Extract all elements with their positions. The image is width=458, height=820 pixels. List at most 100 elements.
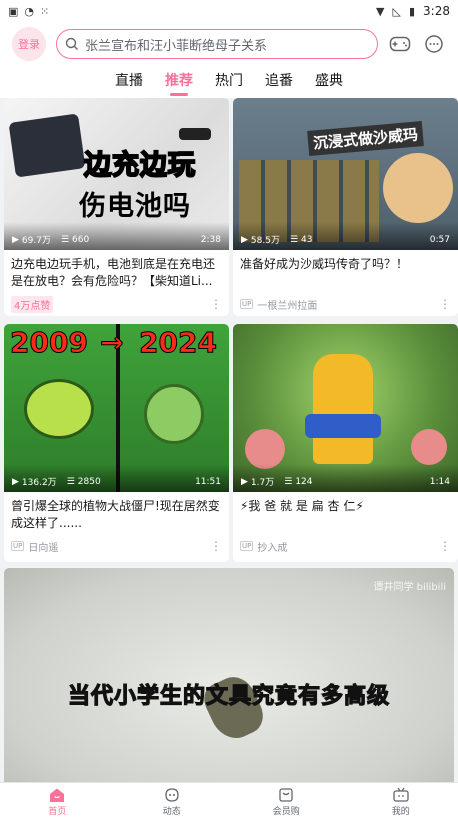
video-title[interactable]: 准备好成为沙威玛传奇了吗？！	[233, 250, 458, 294]
nav-shop-label: 会员购	[272, 806, 300, 817]
pig-image	[245, 429, 285, 469]
shop-icon	[279, 787, 293, 802]
nav-shop[interactable]: 会员购	[229, 783, 344, 820]
play-count: 69.7万	[21, 236, 51, 246]
video-title[interactable]: 曾引爆全球的植物大战僵尸!现在居然变成这样了......	[4, 492, 229, 536]
tab-live[interactable]: 直播	[115, 70, 143, 94]
character-image	[313, 354, 373, 464]
up-badge: UP	[240, 299, 254, 309]
thumbnail-year-end: 2024	[139, 326, 218, 360]
tab-festival[interactable]: 盛典	[315, 70, 343, 94]
play-count: 58.5万	[250, 236, 280, 246]
nav-home-label: 首页	[48, 806, 67, 817]
thumbnail-year-start: 2009	[10, 326, 89, 360]
video-thumbnail[interactable]: ▶ 1.7万 ☰ 124 1:14	[233, 324, 458, 492]
more-options-icon[interactable]: ⋮	[439, 539, 451, 553]
home-icon	[50, 788, 65, 802]
sync-icon: ◔	[24, 4, 35, 18]
author-name[interactable]: 一根兰州拉面	[257, 297, 317, 312]
card-footer: 4万点赞 ⋮	[4, 294, 229, 314]
tab-hot[interactable]: 热门	[215, 70, 243, 94]
up-badge: UP	[240, 541, 254, 551]
thumbnail-text-line2: 伤电池吗	[79, 191, 191, 222]
thumbnail-text-line1: 边充边玩	[83, 149, 196, 182]
more-options-icon[interactable]: ⋮	[439, 297, 451, 311]
video-duration: 11:51	[195, 476, 221, 487]
video-card[interactable]: 边充边玩 伤电池吗 ▶ 69.7万 ☰ 660 2:38 边充电边玩手机，电池到底是…	[4, 98, 229, 316]
danmaku-icon: ☰	[284, 476, 293, 487]
status-right: ▼ ◺ ▮ 3:28	[376, 4, 450, 18]
top-header: 登录 张兰宣布和汪小菲断绝母子关系	[0, 22, 458, 66]
message-icon[interactable]	[422, 32, 446, 56]
play-count: 1.7万	[250, 478, 275, 488]
video-card[interactable]: 沉浸式做沙威玛 ▶ 58.5万 ☰ 43 0:57 准备好成为沙威玛传奇了吗？！ U…	[233, 98, 458, 316]
wrap-image	[383, 153, 453, 223]
status-left: ▣ ◔ ⁙	[8, 5, 49, 18]
no-signal-icon: ◺	[392, 4, 401, 18]
dynamic-icon	[165, 787, 179, 802]
peashooter-new-image	[144, 384, 204, 444]
thumbnail-text-line1: 沉浸式做沙威玛	[307, 121, 424, 156]
status-bar: ▣ ◔ ⁙ ▼ ◺ ▮ 3:28	[0, 0, 458, 22]
card-footer: UP 一根兰州拉面 ⋮	[233, 294, 458, 314]
video-stats: ▶ 136.2万 ☰ 2850 11:51	[12, 475, 221, 489]
video-thumbnail[interactable]: 边充边玩 伤电池吗 ▶ 69.7万 ☰ 660 2:38	[4, 98, 229, 250]
author-name[interactable]: 日向遥	[28, 539, 58, 554]
video-card[interactable]: 2009 → 2024 ▶ 136.2万 ☰ 2850 11:51 曾引爆全球的植物…	[4, 324, 229, 562]
danmaku-count: 660	[72, 234, 90, 245]
nav-mine[interactable]: 我的	[344, 783, 458, 820]
play-count-icon: ▶	[12, 234, 19, 245]
large-video-card[interactable]: 谭井同学 bilibili 当代小学生的文具究竟有多高级	[4, 568, 454, 782]
channel-tabs: 直播 推荐 热门 追番 盛典	[0, 66, 458, 98]
likes-badge: 4万点赞	[11, 295, 54, 313]
video-thumbnail[interactable]: 沉浸式做沙威玛 ▶ 58.5万 ☰ 43 0:57	[233, 98, 458, 250]
danmaku-icon: ☰	[60, 234, 70, 245]
grid-icon: ⁙	[40, 4, 50, 18]
tab-recommend[interactable]: 推荐	[165, 70, 193, 94]
more-options-icon[interactable]: ⋮	[210, 539, 222, 553]
video-stats: ▶ 69.7万 ☰ 660 2:38	[12, 233, 221, 247]
video-caption: 当代小学生的文具究竟有多高级	[67, 683, 390, 709]
video-stats: ▶ 58.5万 ☰ 43 0:57	[241, 233, 450, 247]
author-name[interactable]: 抄入成	[257, 539, 287, 554]
search-placeholder: 张兰宣布和汪小菲断绝母子关系	[85, 38, 268, 54]
card-footer: UP 日向遥 ⋮	[4, 536, 229, 556]
peashooter-image	[24, 379, 94, 439]
nav-dynamic-label: 动态	[162, 806, 181, 817]
more-options-icon[interactable]: ⋮	[210, 297, 222, 311]
character-armor	[305, 414, 381, 438]
play-count-icon: ▶	[241, 476, 248, 487]
play-count-icon: ▶	[241, 234, 248, 245]
pig-image-right	[411, 429, 447, 465]
card-footer: UP 抄入成 ⋮	[233, 536, 458, 556]
nav-dynamic[interactable]: 动态	[115, 783, 230, 820]
danmaku-count: 2850	[77, 476, 101, 487]
video-stats: ▶ 1.7万 ☰ 124 1:14	[241, 475, 450, 489]
video-title[interactable]: ⚡我 爸 就 是 扁 杏 仁⚡	[233, 492, 458, 536]
game-controller-icon[interactable]	[388, 32, 412, 56]
battery-icon: ▮	[408, 4, 416, 18]
search-input[interactable]: 张兰宣布和汪小菲断绝母子关系	[56, 29, 378, 59]
login-button[interactable]: 登录	[12, 27, 46, 61]
tab-bangumi[interactable]: 追番	[265, 70, 293, 94]
status-time: 3:28	[423, 4, 450, 18]
up-badge: UP	[11, 541, 25, 551]
video-duration: 0:57	[429, 234, 450, 245]
danmaku-icon: ☰	[289, 234, 299, 245]
danmaku-count: 43	[301, 234, 313, 245]
video-feed: 边充边玩 伤电池吗 ▶ 69.7万 ☰ 660 2:38 边充电边玩手机，电池到底是…	[0, 98, 458, 782]
nav-home[interactable]: 首页	[0, 783, 115, 820]
video-duration: 1:14	[429, 476, 450, 487]
video-duration: 2:38	[200, 234, 221, 245]
play-count-icon: ▶	[12, 476, 19, 487]
battery-graphic	[179, 128, 211, 140]
play-count: 136.2万	[21, 478, 57, 488]
notification-icon: ▣	[8, 4, 19, 18]
video-thumbnail[interactable]: 2009 → 2024 ▶ 136.2万 ☰ 2850 11:51	[4, 324, 229, 492]
tv-icon	[393, 787, 409, 802]
video-title[interactable]: 边充电边玩手机，电池到底是在充电还是在放电？会有危险吗？【柴知道Li...	[4, 250, 229, 294]
video-card[interactable]: ▶ 1.7万 ☰ 124 1:14 ⚡我 爸 就 是 扁 杏 仁⚡ UP 抄入成 ⋮	[233, 324, 458, 562]
danmaku-icon: ☰	[66, 476, 75, 487]
phone-image	[8, 113, 86, 178]
bottom-navigation: 首页 动态 会员购 我的	[0, 782, 458, 820]
